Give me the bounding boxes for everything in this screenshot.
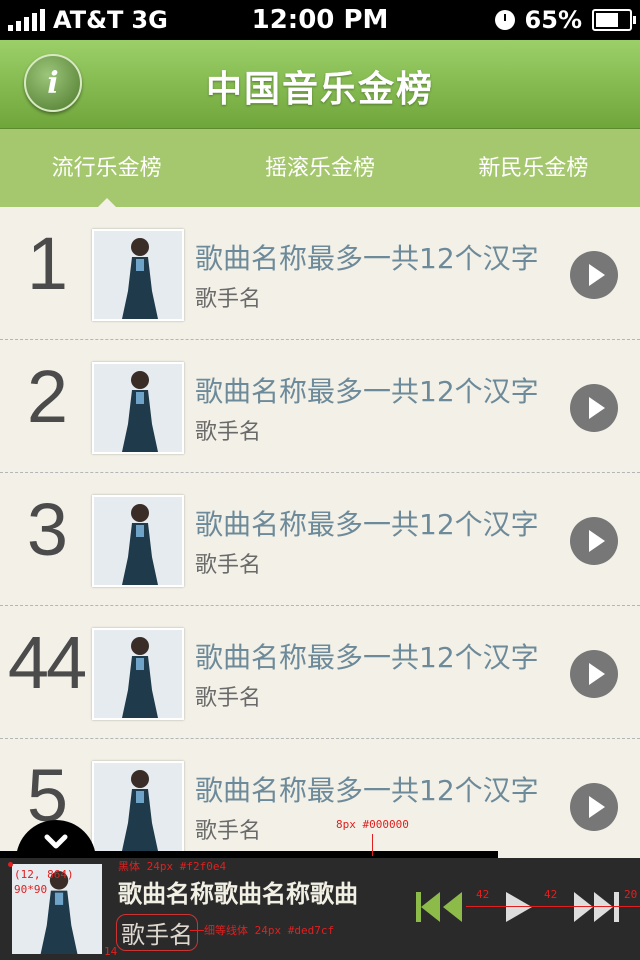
annotation-topline: 8px #000000: [336, 818, 409, 831]
tab-rock[interactable]: 摇滚乐金榜: [213, 129, 426, 207]
artist-name: 歌手名: [195, 686, 262, 711]
nav-header: i 中国音乐金榜: [0, 40, 640, 129]
album-thumbnail: [92, 495, 184, 587]
annotation-title-font: 黑体 24px #f2f0e4: [118, 860, 227, 873]
chart-tabs: 流行乐金榜 摇滚乐金榜 新民乐金榜: [0, 129, 640, 208]
play-pause-icon[interactable]: [506, 890, 532, 924]
battery-icon: [592, 9, 636, 31]
play-icon[interactable]: [570, 783, 618, 831]
player-song-title: 歌曲名称歌曲名称歌曲: [118, 880, 358, 908]
annotation-connector: [190, 930, 204, 931]
song-title: 歌曲名称最多一共12个汉字: [195, 242, 539, 275]
alarm-icon: [494, 10, 515, 30]
previous-icon[interactable]: [416, 890, 464, 924]
annotation-bottom-margin: 14: [104, 945, 118, 958]
play-icon[interactable]: [570, 650, 618, 698]
album-thumbnail: [92, 628, 184, 720]
artist-name: 歌手名: [195, 287, 262, 312]
tab-pop[interactable]: 流行乐金榜: [0, 129, 213, 208]
mini-player: 歌曲名称歌曲名称歌曲 歌手名: [0, 858, 640, 960]
song-title: 歌曲名称最多一共12个汉字: [195, 375, 539, 408]
album-thumbnail: [92, 362, 184, 454]
album-thumbnail: [92, 761, 184, 853]
chart-list: 1 歌曲名称最多一共12个汉字 歌手名 2 歌曲名称最多一共12个汉字 歌手名 …: [0, 207, 640, 871]
annotation-arrow: [372, 834, 373, 856]
annotation-gap-2: 42: [544, 888, 558, 901]
annotation-gap-3: 20: [624, 888, 638, 901]
play-icon[interactable]: [570, 517, 618, 565]
play-icon[interactable]: [570, 251, 618, 299]
annotation-size: 90*90: [14, 883, 48, 896]
annotation-artist-font: 细等线体 24px #ded7cf: [204, 924, 335, 937]
annotation-dot: [8, 862, 13, 867]
list-item[interactable]: 2 歌曲名称最多一共12个汉字 歌手名: [0, 340, 640, 473]
artist-name: 歌手名: [195, 819, 262, 844]
artist-name: 歌手名: [195, 420, 262, 445]
page-title: 中国音乐金榜: [205, 69, 434, 110]
list-item[interactable]: 44 歌曲名称最多一共12个汉字 歌手名: [0, 606, 640, 739]
play-icon[interactable]: [570, 384, 618, 432]
annotation-gap-1: 42: [476, 888, 490, 901]
rank-number: 44: [7, 621, 87, 704]
rank-number: 3: [26, 488, 68, 571]
rank-number: 1: [26, 222, 68, 305]
annotation-coords: (12, 864): [14, 868, 74, 881]
next-icon[interactable]: [572, 890, 620, 924]
chevron-down-icon: [44, 834, 68, 849]
battery-label: 65%: [524, 6, 582, 34]
list-item[interactable]: 3 歌曲名称最多一共12个汉字 歌手名: [0, 473, 640, 606]
status-bar: AT&T 3G 12:00 PM 65%: [0, 0, 640, 40]
song-title: 歌曲名称最多一共12个汉字: [195, 641, 539, 674]
rank-number: 2: [26, 355, 68, 438]
player-artist: 歌手名: [116, 914, 198, 951]
album-thumbnail: [92, 229, 184, 321]
artist-name: 歌手名: [195, 553, 262, 578]
song-title: 歌曲名称最多一共12个汉字: [195, 774, 539, 807]
list-item[interactable]: 1 歌曲名称最多一共12个汉字 歌手名: [0, 207, 640, 340]
song-title: 歌曲名称最多一共12个汉字: [195, 508, 539, 541]
annotation-gap-line: [466, 906, 640, 907]
tab-folk[interactable]: 新民乐金榜: [427, 129, 640, 207]
